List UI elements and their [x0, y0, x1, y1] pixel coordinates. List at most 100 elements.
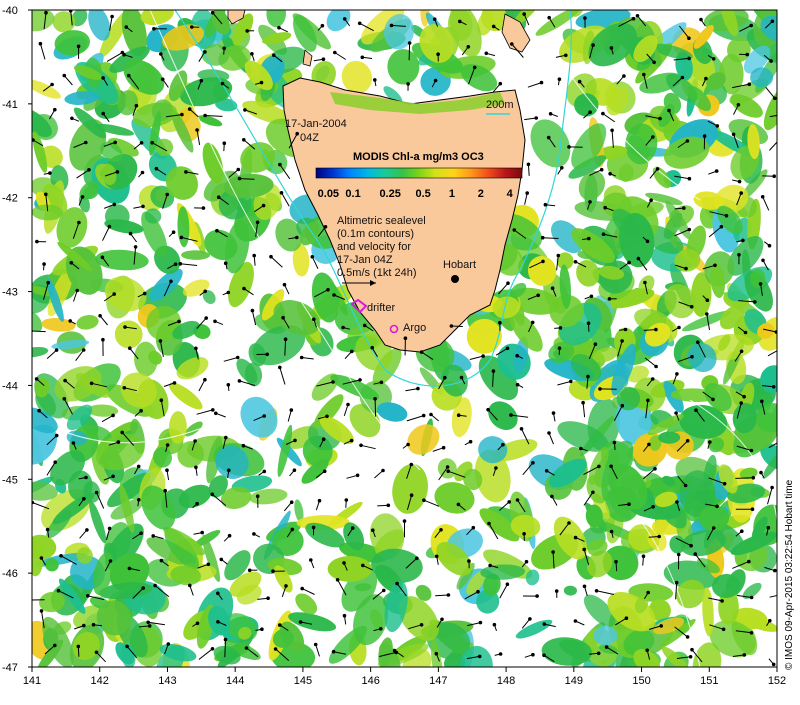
velocity-arrowhead [686, 439, 690, 443]
velocity-arrowhead [516, 498, 520, 502]
velocity-arrowhead [262, 204, 266, 208]
velocity-arrowhead [652, 61, 656, 65]
velocity-arrowhead [113, 141, 117, 145]
velocity-arrowhead [111, 475, 115, 479]
chlorophyll-map: 17-Jan-2004 04Z 200m MODIS Chl-a mg/m3 O… [0, 0, 800, 700]
velocity-arrowhead [469, 440, 473, 444]
velocity-arrowhead [200, 79, 204, 83]
velocity-arrowhead [771, 20, 775, 24]
velocity-arrowhead [558, 77, 562, 81]
colorbar-title: MODIS Chl-a mg/m3 OC3 [353, 151, 484, 163]
velocity-arrowhead [48, 171, 52, 175]
legend-line-3: and velocity for [337, 241, 411, 253]
velocity-arrowhead [173, 381, 177, 385]
velocity-arrowhead [271, 569, 275, 573]
velocity-arrowhead [139, 531, 143, 535]
velocity-arrowhead [759, 282, 763, 286]
colorbar-tick-label: 0.25 [379, 188, 400, 200]
velocity-arrowhead [57, 589, 61, 593]
velocity-arrowhead [179, 262, 183, 266]
velocity-arrowhead [291, 528, 295, 532]
velocity-arrowhead [70, 117, 74, 121]
velocity-arrowhead [252, 254, 256, 258]
velocity-arrowhead [506, 582, 510, 586]
velocity-arrowhead [160, 559, 164, 563]
velocity-arrowhead [624, 328, 628, 332]
velocity-arrowhead [222, 47, 226, 51]
velocity-arrowhead [748, 83, 752, 87]
velocity-arrowhead [332, 293, 336, 297]
velocity-arrowhead [608, 172, 612, 176]
velocity-arrowhead [77, 645, 81, 649]
velocity-arrowhead [442, 446, 446, 450]
velocity-arrowhead [111, 414, 115, 418]
velocity-arrowhead [781, 438, 785, 442]
velocity-arrowhead [520, 427, 524, 431]
velocity-arrowhead [361, 564, 365, 568]
velocity-arrowhead [331, 380, 335, 384]
velocity-arrowhead [194, 466, 198, 470]
velocity-arrowhead [527, 163, 531, 167]
velocity-arrowhead [250, 52, 254, 56]
velocity-arrowhead [116, 170, 120, 174]
velocity-arrowhead [361, 56, 365, 60]
velocity-arrowhead [363, 324, 367, 328]
velocity-arrowhead [658, 117, 662, 121]
velocity-arrowhead [422, 498, 426, 502]
velocity-arrowhead [356, 474, 360, 478]
velocity-arrowhead [53, 108, 57, 112]
velocity-arrowhead [752, 476, 756, 480]
velocity-arrowhead [543, 622, 547, 626]
y-tick-label: -42 [2, 193, 18, 205]
velocity-arrowhead [675, 581, 679, 585]
velocity-arrowhead [227, 291, 231, 295]
velocity-arrowhead [684, 267, 688, 271]
velocity-arrowhead [699, 18, 703, 22]
velocity-arrowhead [481, 354, 485, 358]
velocity-arrowhead [547, 136, 551, 140]
velocity-arrowhead [613, 441, 617, 445]
velocity-arrow [31, 331, 46, 332]
velocity-arrowhead [654, 328, 658, 332]
velocity-arrowhead [737, 253, 741, 257]
velocity-arrowhead [761, 195, 765, 199]
velocity-arrowhead [435, 555, 439, 559]
legend-line-2: (0.1m contours) [337, 228, 414, 240]
velocity-arrowhead [598, 387, 602, 391]
velocity-arrowhead [193, 439, 197, 443]
colorbar-tick-label: 0.05 [318, 188, 339, 200]
velocity-arrowhead [390, 24, 394, 28]
velocity-arrowhead [429, 413, 433, 417]
velocity-arrowhead [86, 594, 90, 598]
velocity-arrowhead [768, 244, 772, 248]
velocity-arrowhead [123, 386, 127, 390]
velocity-arrowhead [50, 83, 54, 87]
velocity-arrowhead [128, 346, 132, 350]
velocity-arrowhead [37, 409, 41, 413]
velocity-arrowhead [632, 17, 636, 21]
velocity-arrowhead [135, 104, 139, 108]
velocity-arrowhead [547, 16, 551, 20]
velocity-arrowhead [536, 294, 540, 298]
velocity-arrowhead [82, 624, 86, 628]
velocity-arrowhead [251, 309, 255, 313]
velocity-arrowhead [498, 321, 502, 325]
velocity-arrowhead [586, 375, 590, 379]
velocity-arrowhead [242, 138, 246, 142]
velocity-arrowhead [322, 57, 326, 61]
velocity-arrowhead [420, 350, 424, 354]
velocity-arrowhead [761, 259, 765, 263]
velocity-arrowhead [260, 627, 264, 631]
velocity-arrowhead [75, 289, 79, 293]
velocity-arrowhead [610, 129, 614, 133]
velocity-arrowhead [591, 491, 595, 495]
velocity-arrowhead [125, 25, 129, 29]
velocity-arrowhead [768, 619, 772, 623]
velocity-arrowhead [290, 500, 294, 504]
velocity-arrowhead [779, 136, 783, 140]
velocity-arrowhead [597, 652, 601, 656]
velocity-arrowhead [499, 82, 503, 86]
colorbar-tick-label: 0.1 [345, 188, 360, 200]
velocity-arrowhead [190, 25, 194, 29]
velocity-arrowhead [165, 193, 169, 197]
